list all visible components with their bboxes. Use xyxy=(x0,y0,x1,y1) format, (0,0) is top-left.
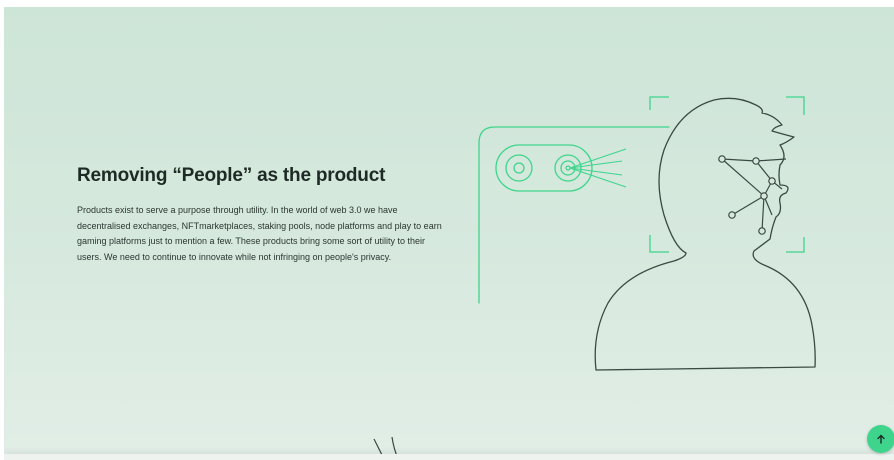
section-body: Products exist to serve a purpose throug… xyxy=(77,205,442,262)
face-recognition-illustration xyxy=(478,96,816,371)
section-heading: Removing “People” as the product xyxy=(77,165,386,186)
arrow-up-icon xyxy=(877,434,885,444)
next-section-edge xyxy=(4,454,894,460)
scroll-to-top-button[interactable] xyxy=(867,425,894,453)
content-section: Removing “People” as the product Product… xyxy=(4,7,894,460)
